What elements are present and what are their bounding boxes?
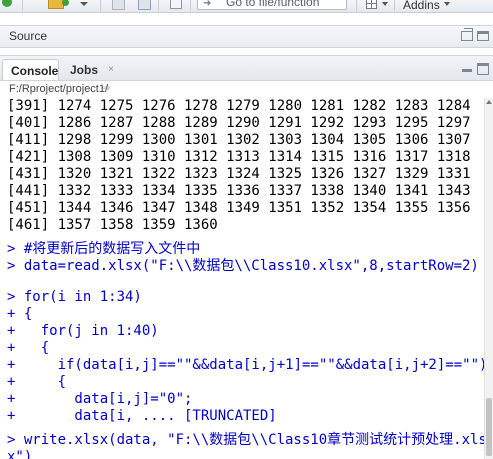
goto-file-placeholder: Go to file/function — [226, 0, 320, 9]
command-line: + if(data[i,j]==""&&data[i,j+1]==""&&dat… — [7, 357, 484, 373]
tab-console-label: Console — [11, 64, 59, 78]
source-pane-title: Source — [9, 29, 48, 43]
command-line: > #将更新后的数据写入文件中 — [7, 241, 201, 257]
console-tabbar: Console Jobs × — [0, 55, 493, 81]
output-line: [431] 1320 1321 1322 1323 1324 1325 1326… — [7, 166, 471, 182]
maximize-icon[interactable] — [477, 63, 489, 75]
console-output[interactable]: [391] 1274 1275 1276 1278 1279 1280 1281… — [0, 98, 484, 459]
command-line: + { — [7, 306, 33, 322]
addins-menu[interactable]: Addins — [403, 0, 440, 12]
close-icon[interactable]: × — [108, 59, 114, 81]
arrow-right-icon: ➜ — [203, 0, 212, 9]
goto-file-input[interactable]: ➜ Go to file/function — [197, 0, 347, 10]
chevron-down-icon[interactable] — [444, 2, 450, 6]
command-line: > data=read.xlsx("F:\\数据包\\Class10.xlsx"… — [7, 258, 479, 274]
save-icon[interactable] — [112, 0, 125, 10]
tab-console[interactable]: Console — [2, 59, 59, 81]
command-line: > for(i in 1:34) — [7, 289, 142, 305]
toolbar-divider — [356, 0, 357, 11]
command-line: + data[i, .... [TRUNCATED] — [7, 408, 277, 424]
toolbar-divider — [158, 0, 159, 11]
command-line: > write.xlsx(data, "F:\\数据包\\Class10章节测试… — [7, 432, 484, 448]
tab-jobs-label: Jobs — [70, 63, 99, 77]
main-toolbar: ➜ Go to file/function Addins — [0, 0, 493, 13]
toolbar-divider — [394, 0, 395, 11]
toolbar-divider — [100, 0, 101, 11]
new-file-icon[interactable] — [2, 0, 12, 7]
add-icon — [62, 0, 69, 6]
scroll-thumb[interactable] — [486, 398, 492, 456]
minimize-icon[interactable] — [462, 69, 472, 72]
command-line: + for(j in 1:40) — [7, 323, 159, 339]
command-line: + { — [7, 340, 50, 356]
output-line: [451] 1344 1346 1347 1348 1349 1351 1352… — [7, 200, 471, 216]
chevron-down-icon[interactable] — [382, 2, 388, 6]
print-icon[interactable] — [170, 0, 182, 9]
toolbar-divider — [22, 0, 23, 11]
source-pane-header: Source — [0, 25, 493, 48]
output-line: [421] 1308 1309 1310 1312 1313 1314 1315… — [7, 149, 471, 165]
maximize-icon[interactable] — [477, 31, 489, 41]
go-to-directory-icon[interactable]: ⇨ — [102, 83, 112, 94]
command-line: + data[i,j]="0"; — [7, 391, 193, 407]
restore-icon[interactable] — [461, 28, 473, 41]
console-scrollbar[interactable] — [484, 98, 493, 459]
output-line: [461] 1357 1358 1359 1360 — [7, 217, 218, 233]
command-line: x") — [7, 449, 33, 459]
save-all-icon[interactable] — [138, 0, 151, 10]
command-line: + { — [7, 374, 67, 390]
working-directory: F:/Rproject/project1/ — [9, 83, 109, 95]
scroll-up-icon[interactable] — [486, 100, 492, 104]
toolbar-divider — [190, 0, 191, 11]
tab-jobs[interactable]: Jobs × — [62, 59, 122, 81]
grid-icon[interactable] — [366, 0, 377, 9]
chevron-down-icon[interactable] — [80, 2, 88, 6]
output-line: [441] 1332 1333 1334 1335 1336 1337 1338… — [7, 183, 471, 199]
working-directory-bar: F:/Rproject/project1/ ⇨ — [0, 80, 493, 99]
output-line: [401] 1286 1287 1288 1289 1290 1291 1292… — [7, 115, 471, 131]
output-line: [411] 1298 1299 1300 1301 1302 1303 1304… — [7, 132, 471, 148]
output-line: [391] 1274 1275 1276 1278 1279 1280 1281… — [7, 98, 471, 114]
